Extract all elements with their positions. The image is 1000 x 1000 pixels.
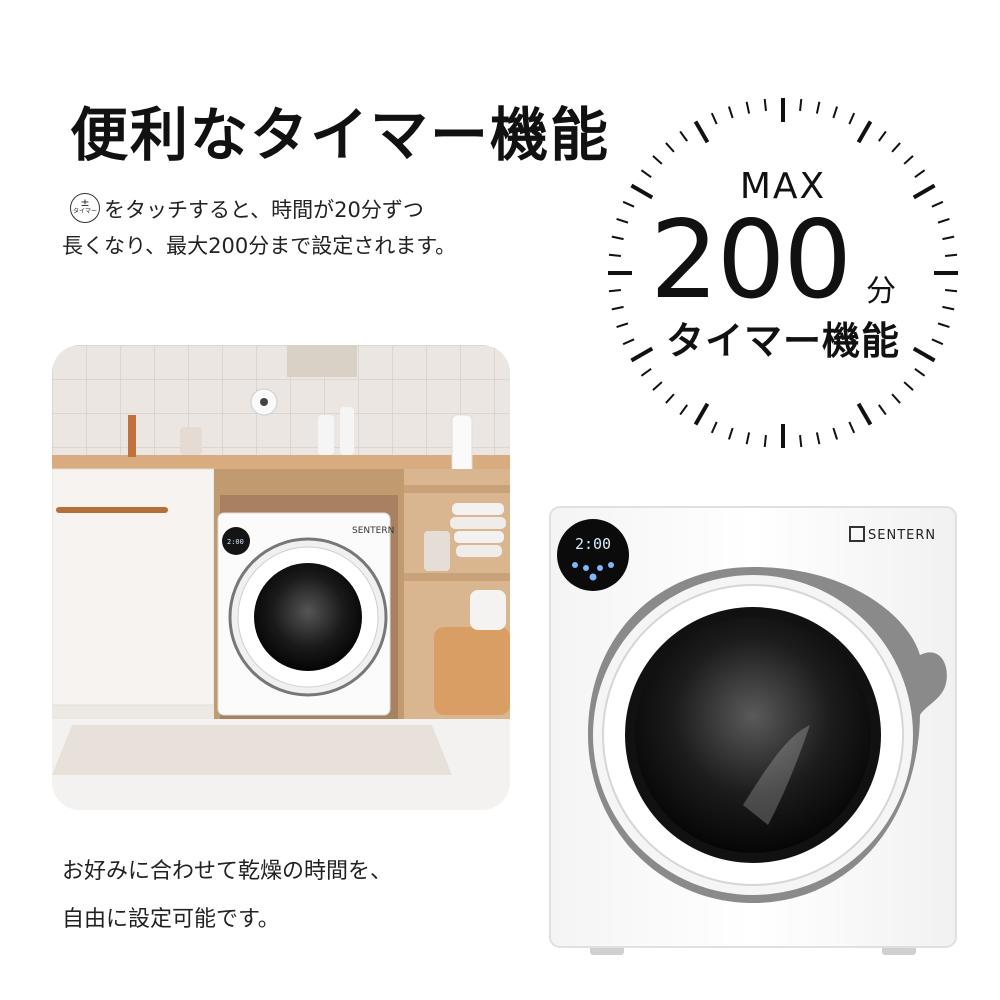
dial-minor-tick <box>745 432 751 445</box>
dryer-product-image: 2:00 SENTERN <box>548 505 958 965</box>
photo-display: 2:00 <box>227 538 244 546</box>
dial-minor-tick <box>799 98 803 111</box>
dial-minor-tick <box>877 404 887 416</box>
dial-minor-tick <box>763 98 767 111</box>
caption-line-1: お好みに合わせて乾燥の時間を、 <box>62 859 393 884</box>
dial-minor-tick <box>903 381 914 391</box>
dial-minor-tick <box>937 217 950 224</box>
dial-minor-tick <box>763 435 767 448</box>
dial-major-tick <box>856 120 873 144</box>
dial-minor-tick <box>640 367 652 377</box>
description-text-1: をタッチすると、時間が20分ずつ <box>104 198 424 222</box>
dial-minor-tick <box>945 289 958 293</box>
photo-brand-label: SENTERN <box>352 526 394 536</box>
dial-minor-tick <box>903 155 914 165</box>
dial-minor-tick <box>727 106 734 119</box>
dial-minor-tick <box>727 427 734 440</box>
dial-minor-tick <box>652 381 663 391</box>
dial-minor-tick <box>745 101 751 114</box>
dial-minor-tick <box>832 427 839 440</box>
dial-minor-tick <box>891 393 901 404</box>
dial-subtitle: タイマー機能 <box>665 319 900 363</box>
dial-minor-tick <box>848 421 856 434</box>
dial-minor-tick <box>616 217 629 224</box>
dial-minor-tick <box>608 289 621 293</box>
dial-minor-tick <box>815 432 821 445</box>
dial-minor-tick <box>665 393 675 404</box>
dial-minor-tick <box>832 106 839 119</box>
dial-major-tick <box>693 120 710 144</box>
laundry-room-illustration: SENTERN 2:00 <box>52 345 510 810</box>
caption-line-2: 自由に設定可能です。 <box>62 907 280 932</box>
dryer-illustration: 2:00 SENTERN <box>549 506 957 955</box>
headline: 便利なタイマー機能 <box>70 101 611 169</box>
dial-minor-tick <box>679 404 689 416</box>
dial-minor-tick <box>679 130 689 142</box>
dial-minor-tick <box>652 155 663 165</box>
timer-plus-minus-icon: ± タイマー <box>70 193 100 223</box>
dial-number: 200 <box>650 198 852 323</box>
dryer-brand-label: SENTERN <box>868 528 936 543</box>
dial-major-tick <box>693 402 710 426</box>
dial-minor-tick <box>877 130 887 142</box>
timer-dial: MAX 200 分 タイマー機能 <box>598 88 968 458</box>
caption: お好みに合わせて乾燥の時間を、 自由に設定可能です。 <box>62 848 482 944</box>
dryer-display: 2:00 <box>575 535 611 553</box>
dial-minor-tick <box>914 367 926 377</box>
dial-minor-tick <box>710 421 718 434</box>
dial-minor-tick <box>611 235 624 241</box>
dial-minor-tick <box>945 253 958 257</box>
laundry-room-photo: SENTERN 2:00 <box>52 345 510 810</box>
dial-minor-tick <box>608 253 621 257</box>
description-line-2: 長くなり、最大200分まで設定されます。 <box>62 234 457 258</box>
dial-minor-tick <box>942 235 955 241</box>
dial-minor-tick <box>891 142 901 153</box>
dial-minor-tick <box>665 142 675 153</box>
dial-minor-tick <box>942 305 955 311</box>
description: ± タイマー をタッチすると、時間が20分ずつ 長くなり、最大200分まで設定さ… <box>62 192 542 264</box>
dial-unit: 分 <box>866 274 896 309</box>
dial-minor-tick <box>611 305 624 311</box>
description-line-1: ± タイマー をタッチすると、時間が20分ずつ <box>62 192 542 228</box>
dial-minor-tick <box>848 112 856 125</box>
dial-minor-tick <box>710 112 718 125</box>
dial-major-tick <box>856 402 873 426</box>
dial-minor-tick <box>799 435 803 448</box>
dial-minor-tick <box>815 101 821 114</box>
